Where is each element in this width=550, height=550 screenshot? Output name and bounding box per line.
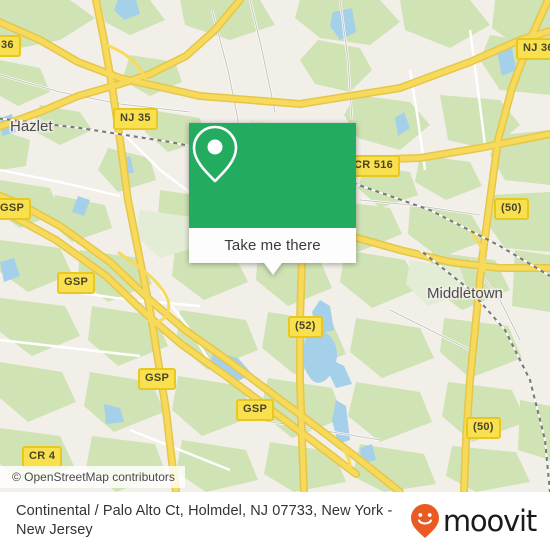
place-label-hazlet: Hazlet bbox=[10, 118, 53, 135]
moovit-smiley-pin-icon bbox=[410, 504, 439, 538]
take-me-there-button[interactable]: Take me there bbox=[189, 228, 356, 263]
road-shield: CR 4 bbox=[22, 446, 63, 468]
address-label: Continental / Palo Alto Ct, Holmdel, NJ … bbox=[16, 503, 393, 538]
location-popup[interactable]: Take me there bbox=[189, 123, 356, 275]
map-canvas[interactable]: 36 NJ 35 NJ 36 CR 516 (50) GSP GSP (52) … bbox=[0, 0, 550, 492]
road-shield: GSP bbox=[236, 399, 275, 421]
footer-bar: Continental / Palo Alto Ct, Holmdel, NJ … bbox=[0, 492, 550, 550]
map-pin-icon bbox=[192, 125, 238, 183]
popup-pointer-tail bbox=[263, 263, 282, 275]
osm-attribution[interactable]: © OpenStreetMap contributors bbox=[0, 466, 185, 488]
popup-header bbox=[189, 123, 356, 228]
road-shield: (50) bbox=[494, 198, 529, 220]
place-label-middletown: Middletown bbox=[427, 285, 503, 302]
road-shield: (52) bbox=[288, 316, 323, 338]
road-shield: GSP bbox=[138, 368, 177, 390]
moovit-brand[interactable]: moovit bbox=[410, 503, 537, 539]
road-shield: GSP bbox=[0, 198, 32, 220]
map-screen: 36 NJ 35 NJ 36 CR 516 (50) GSP GSP (52) … bbox=[0, 0, 550, 550]
road-shield: NJ 35 bbox=[113, 108, 158, 130]
road-shield: NJ 36 bbox=[516, 38, 550, 60]
road-shield: GSP bbox=[57, 272, 96, 294]
moovit-wordmark: moovit bbox=[442, 504, 537, 538]
road-shield: 36 bbox=[0, 35, 21, 57]
take-me-there-label: Take me there bbox=[224, 237, 321, 254]
road-shield: (50) bbox=[466, 417, 501, 439]
